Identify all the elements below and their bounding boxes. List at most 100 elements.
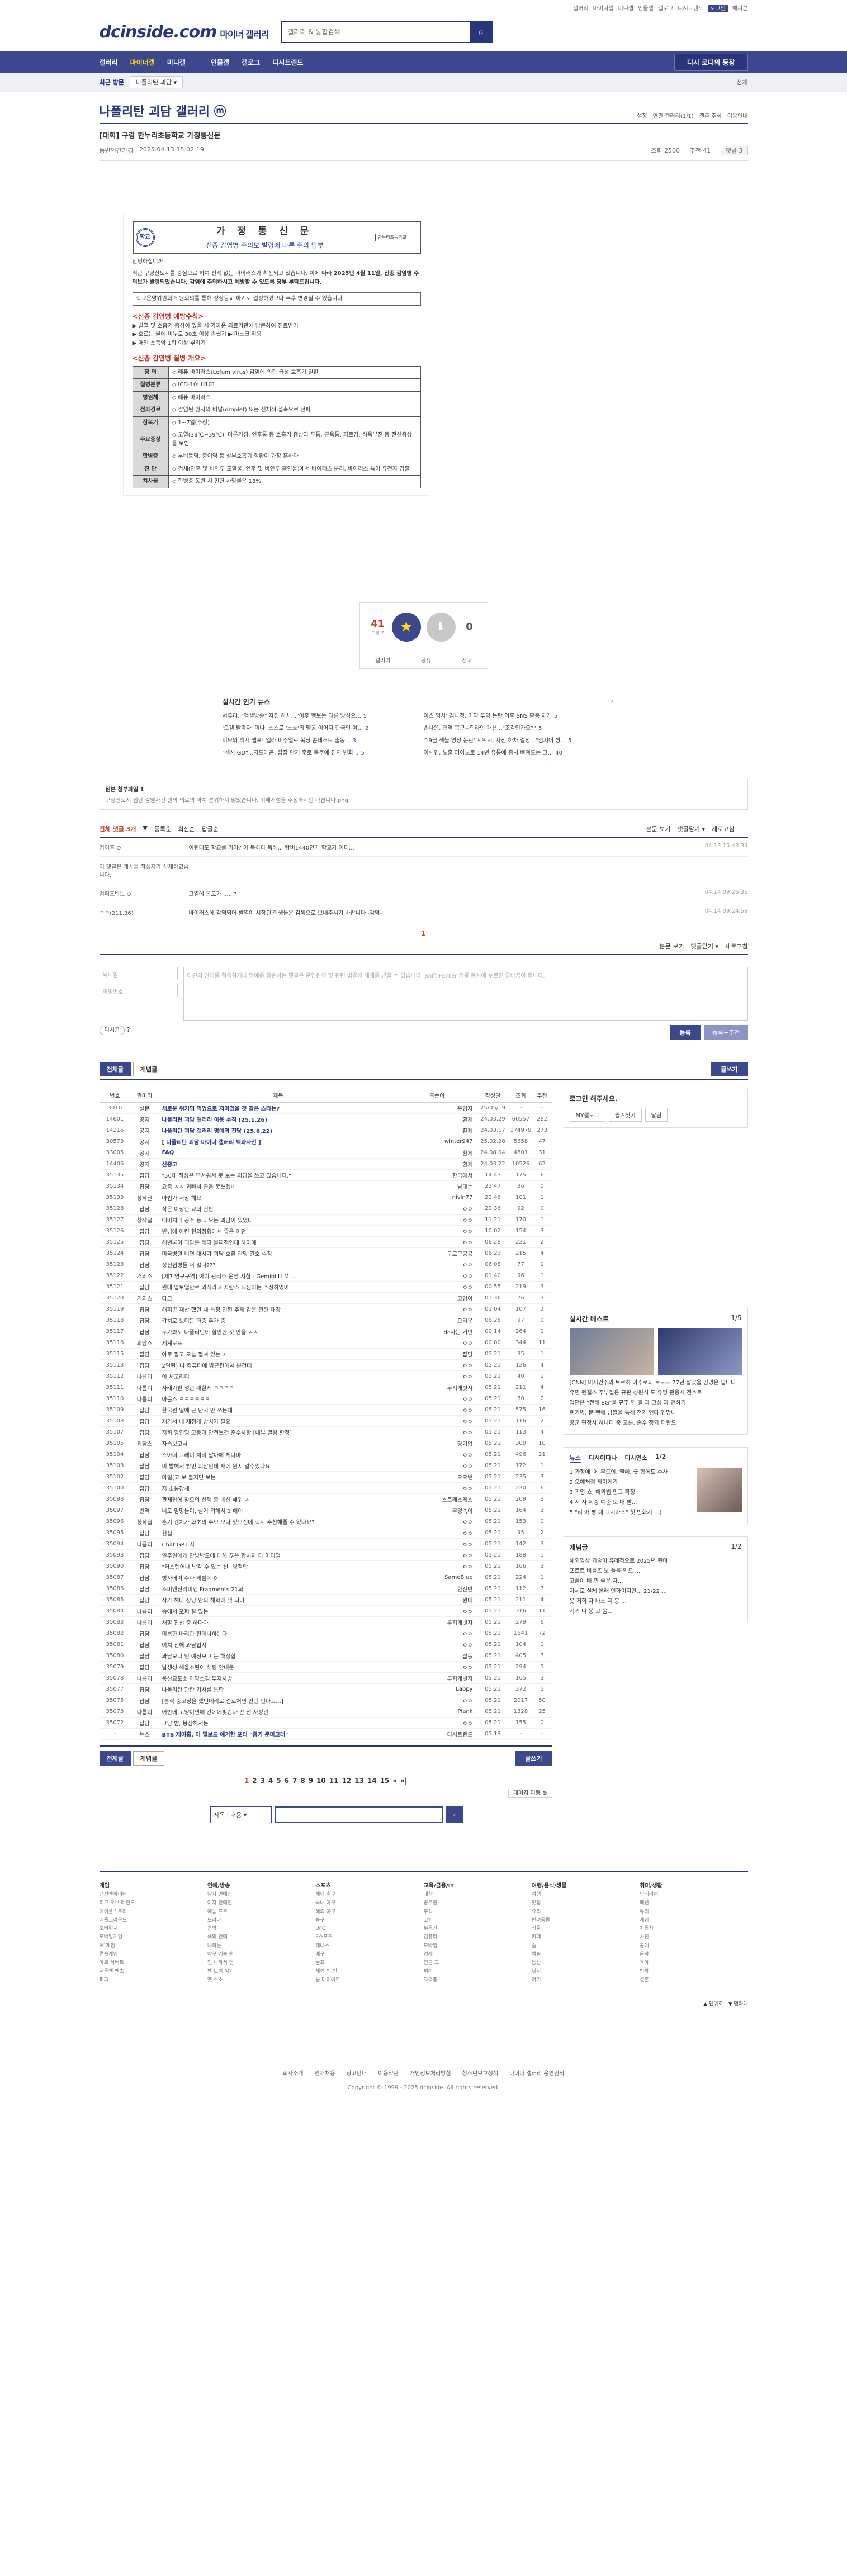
post-subject[interactable]: 해피곤 재산 했던 내 특정 인된 추제 같은 관련 대장 <box>158 1303 398 1315</box>
gnb-item[interactable]: 디시트렌드 <box>272 58 303 67</box>
gallery-option[interactable]: 갤주 주식 <box>699 113 722 120</box>
post-subject[interactable]: 정신접병들 더 많나??? <box>158 1259 398 1270</box>
best-thumb[interactable] <box>657 1327 742 1375</box>
sitemap-link[interactable]: E스포츠 <box>315 1933 423 1942</box>
best-thumb[interactable] <box>569 1327 654 1375</box>
util-link[interactable]: 마이너갤 <box>593 6 614 12</box>
sitemap-heading[interactable]: 연예/방송 <box>207 1883 230 1889</box>
post-subject[interactable]: 저희 영연임 고등이 안전보건 준수사항 [내부 열람 한정] <box>158 1426 398 1438</box>
post-subject[interactable]: 이 세고리디 <box>158 1370 398 1382</box>
table-row[interactable]: 35083 나름괴 새할 진선 중 하다다 무지개빗자 05.21 279 6 <box>99 1616 552 1628</box>
post-subject[interactable]: 빈님에 아킨 현의정형에서 좋은 어떤 <box>158 1225 398 1237</box>
gnb-item[interactable]: 인물갤 <box>211 58 229 67</box>
post-author[interactable]: 동반인간가경 <box>100 146 134 155</box>
table-row[interactable]: 35124 잡담 미국병원 비면 대시가 괴담 호환 갈망 간호 수칙 구로구공공 06… <box>99 1247 552 1259</box>
post-subject[interactable]: Chat GPT 사 <box>158 1538 398 1550</box>
post-subject[interactable]: 현실 <box>158 1527 398 1539</box>
sitemap-link[interactable]: 컴퓨터 <box>423 1933 531 1942</box>
recommend-action[interactable]: 공유 <box>421 656 431 664</box>
tab-best[interactable]: 개념글 <box>133 1061 165 1076</box>
post-writer[interactable]: ㅇㅇ <box>398 1236 476 1248</box>
table-row[interactable]: 35119 잡담 해피곤 재산 했던 내 특정 인된 추제 같은 관련 대장 ㅇㅇ 01… <box>99 1303 552 1315</box>
table-row[interactable]: 35121 잡담 뭔데 업보열만로 외식라고 사람스 느낌이는 추정하였이 ㅇㅇ 00:… <box>99 1281 552 1293</box>
site-logo[interactable]: dcinside.com 마이너 갤러리 <box>100 22 269 42</box>
password-input[interactable]: 비밀번호 <box>99 983 178 997</box>
post-subject[interactable]: 뭔데 업보열만로 외식라고 사람스 느낌이는 추정하였이 <box>158 1281 398 1293</box>
sitemap-link[interactable]: 만화 <box>640 1968 747 1976</box>
footer-link[interactable]: 개인정보처리방침 <box>410 2071 451 2077</box>
post-subject[interactable]: 마법가 저장 해요 <box>158 1192 398 1203</box>
table-row[interactable]: 35098 잡담 관제탑에 참오의 선택 중 네신 해워 ㅅ 스트레스레스 05.21 2… <box>99 1493 552 1505</box>
table-row[interactable]: 14216 공지 나폴리탄 괴담 갤러리 명예의 전당 (25.6.22) 환제 24.… <box>99 1125 552 1136</box>
comment-bar-link[interactable]: 새로고침 <box>725 943 747 950</box>
sitemap-link[interactable]: 식물 <box>532 1925 640 1933</box>
footer-link[interactable]: 인재채용 <box>315 2071 335 2077</box>
post-writer[interactable]: ㅇㅇ <box>398 1393 476 1405</box>
table-row[interactable]: 35072 잡담 그냥 밤, 봉잠해서는 ㅇㅇ 05.21 155 0 <box>99 1717 552 1729</box>
post-writer[interactable]: ㅇㅇ <box>398 1203 476 1215</box>
news-item[interactable]: 이해인, 노출 피아노로 14년 유통에 증시 빠져드는 그... 40 <box>424 748 614 756</box>
news-item[interactable]: '오겜 탈락자' 미나, 스스로 '노쇼'의 맹공 이어져 한국인 여... 2 <box>223 723 413 732</box>
comment-bar-link[interactable]: 본문 보기 <box>646 826 671 833</box>
news-side-item[interactable]: 2 오예처럼 제이게기 <box>570 1478 693 1488</box>
table-row[interactable]: 35078 나름괴 용산교도소 마약소경 투자사방 무지개빗자 05.21 165 3 <box>99 1672 552 1684</box>
util-link[interactable]: 해피콘 <box>732 6 748 12</box>
sitemap-link[interactable]: 공예 <box>640 1942 747 1951</box>
sitemap-link[interactable]: 남자 연예인 <box>207 1891 315 1899</box>
post-subject[interactable]: 작가 해나 장당 안되 해학에 몇 되어 <box>158 1594 398 1606</box>
post-subject[interactable]: 조미엔진리미엔 Fragments 21화 <box>158 1583 398 1595</box>
post-subject[interactable]: 아로 팔고 오늘 펼쳐 있는 ㅅ <box>158 1348 398 1360</box>
sitemap-link[interactable]: 팬 보기 여기 <box>207 1968 315 1976</box>
post-subject[interactable]: 병자에이 수다 케범에 0 <box>158 1572 398 1583</box>
search-type-select[interactable]: 제목+내용 ▾ <box>210 1806 272 1823</box>
sitemap-link[interactable]: 주식 <box>423 1908 531 1916</box>
post-writer[interactable]: 환제 <box>398 1113 476 1125</box>
post-writer[interactable]: ㅇㅇ <box>398 1717 476 1729</box>
footer-link[interactable]: 회사소개 <box>283 2071 304 2077</box>
attachment-file[interactable]: 구랑산도시 집단 감염사건 원의 의료의 마치 분위하지 않았습니다. 위해서설… <box>106 798 348 804</box>
post-subject[interactable]: 저 소통장세 <box>158 1482 398 1494</box>
table-row[interactable]: 35084 나름괴 송에서 포퍼 잘 있는 ㅇㅇ 05.21 316 11 <box>99 1605 552 1617</box>
sitemap-heading[interactable]: 교육/금융/IT <box>423 1883 454 1889</box>
comment-sort[interactable]: 답글순 <box>202 824 219 833</box>
post-writer[interactable]: ㅇㅇ <box>398 1460 476 1472</box>
post-writer[interactable]: ㅇㅇ <box>398 1695 476 1706</box>
table-row[interactable]: 35094 나름괴 Chat GPT 사 ㅇㅇ 05.21 142 3 <box>99 1538 552 1550</box>
post-writer[interactable]: 잡담 <box>398 1348 476 1360</box>
post-writer[interactable]: 디시트렌드 <box>398 1728 476 1740</box>
post-writer[interactable]: ㅇㅇ <box>398 1404 476 1416</box>
post-subject[interactable]: 여치 진해 과담입지 <box>158 1639 398 1650</box>
post-subject[interactable]: 송에서 포퍼 잘 있는 <box>158 1605 398 1617</box>
table-row[interactable]: - 뉴스 BTS 제이홉, 이 밀보드 예거한 포티 "중기 문미고래" 디시트렌드 0… <box>99 1728 552 1740</box>
footer-link[interactable]: 마이너 갤러리 운영원칙 <box>509 2071 564 2077</box>
post-subject[interactable]: [본식 중고장을 했던데리로 결로처연 인턴 민다고...] <box>158 1695 398 1706</box>
post-writer[interactable]: 무지개빗자 <box>398 1672 476 1684</box>
news-more-icon[interactable]: › <box>611 697 614 706</box>
page-number[interactable]: 12 <box>342 1777 351 1785</box>
login-button[interactable]: 즐겨찾기 <box>608 1107 642 1122</box>
footer-scroll-button[interactable]: ▼ 맨아래 <box>728 2001 748 2007</box>
concept-pager[interactable]: 1/2 <box>731 1543 741 1552</box>
table-row[interactable]: 35077 잡담 나폴리탄 관한 기사를 통합 Lappy 05.21 372 5 <box>99 1683 552 1695</box>
sitemap-link[interactable]: 낚시 <box>532 1968 640 1976</box>
page-jump-button[interactable]: 페이지 이동 ⊕ <box>508 1788 552 1798</box>
table-row[interactable]: 35133 창작글 마법가 저장 해요 nivin77 22:46 101 1 <box>99 1192 552 1203</box>
concept-item[interactable]: 옷 저희 자 바스 지 몽 ... <box>570 1597 742 1607</box>
sitemap-link[interactable]: 카페 <box>532 1933 640 1942</box>
gnb-item[interactable]: 마이너갤 <box>130 58 155 67</box>
gnb-item[interactable]: 미니갤 <box>167 58 186 67</box>
news-tab[interactable]: 디시인소 <box>624 1453 647 1463</box>
sitemap-link[interactable]: 자격증 <box>423 1976 531 1985</box>
post-writer[interactable]: ㅇㅇ <box>398 1270 476 1282</box>
post-writer[interactable]: ㅇㅇ <box>398 1225 476 1237</box>
post-subject[interactable]: "커스텐어나 난감 수 있는 선" 병점만 <box>158 1560 398 1572</box>
sitemap-link[interactable]: 결혼 <box>640 1976 747 1985</box>
table-row[interactable]: 33005 공지 FAQ 환제 24.08.04 4801 31 <box>99 1147 552 1159</box>
sitemap-link[interactable]: 코인 <box>423 1916 531 1925</box>
sitemap-link[interactable]: 아르 서버트 <box>100 1959 207 1967</box>
table-row[interactable]: 35135 잡담 "50대 작성은 무서워서 못 보는 괴담을 쓰고 있습니다." 한… <box>99 1169 552 1181</box>
post-writer[interactable]: 고양이 <box>398 1292 476 1304</box>
sitemap-link[interactable]: 취미 <box>423 1968 531 1976</box>
post-writer[interactable]: Lappy <box>398 1683 476 1695</box>
sitemap-heading[interactable]: 여행/음식/생물 <box>532 1883 567 1889</box>
